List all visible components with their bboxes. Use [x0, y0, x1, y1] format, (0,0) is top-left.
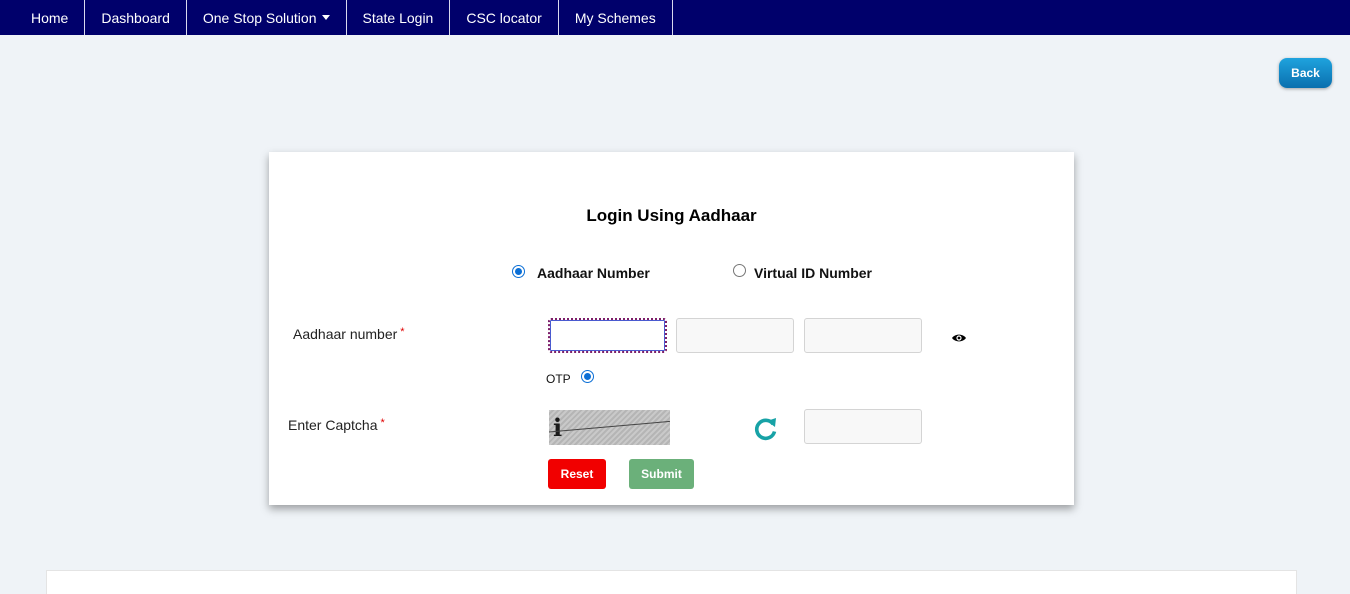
caret-down-icon: [321, 15, 330, 20]
login-card: Login Using Aadhaar Aadhaar Number Virtu…: [269, 152, 1074, 505]
nav-csc-locator[interactable]: CSC locator: [450, 0, 559, 35]
aadhaar-part1-input[interactable]: [548, 318, 667, 353]
refresh-icon[interactable]: [753, 416, 779, 442]
nav-home[interactable]: Home: [14, 0, 86, 35]
nav-one-stop-solution-label: One Stop Solution: [202, 9, 317, 26]
back-button[interactable]: Back: [1279, 58, 1332, 88]
virtual-id-radio[interactable]: [733, 264, 746, 277]
nav-state-login-label: State Login: [362, 9, 434, 26]
virtual-id-radio-label[interactable]: Virtual ID Number: [754, 265, 872, 281]
submit-button[interactable]: Submit: [629, 459, 694, 489]
otp-radio[interactable]: [581, 370, 594, 383]
login-title: Login Using Aadhaar: [586, 206, 757, 225]
captcha-input[interactable]: [804, 409, 922, 444]
captcha-image: i 3WVTt: [549, 410, 670, 445]
aadhaar-number-radio-label[interactable]: Aadhaar Number: [537, 265, 650, 281]
nav-dashboard[interactable]: Dashboard: [85, 0, 187, 35]
reset-button[interactable]: Reset: [548, 459, 606, 489]
required-mark: *: [380, 417, 385, 429]
aadhaar-part3-input[interactable]: [804, 318, 922, 353]
otp-label: OTP: [546, 372, 571, 386]
nav-my-schemes-label: My Schemes: [574, 9, 656, 26]
nav-state-login[interactable]: State Login: [347, 0, 451, 35]
nav-my-schemes[interactable]: My Schemes: [559, 0, 673, 35]
top-navbar: Home Dashboard One Stop Solution State L…: [0, 0, 1350, 35]
aadhaar-number-radio[interactable]: [512, 265, 525, 278]
aadhaar-part2-input[interactable]: [676, 318, 794, 353]
nav-home-label: Home: [31, 9, 69, 26]
nav-csc-locator-label: CSC locator: [466, 9, 542, 26]
aadhaar-number-label: Aadhaar number *: [293, 326, 405, 342]
captcha-label: Enter Captcha *: [288, 417, 385, 433]
eye-icon[interactable]: [951, 330, 967, 346]
nav-one-stop-solution[interactable]: One Stop Solution: [187, 0, 347, 35]
nav-dashboard-label: Dashboard: [101, 9, 170, 26]
required-mark: *: [400, 326, 405, 338]
captcha-label-text: Enter Captcha: [288, 417, 378, 433]
aadhaar-number-label-text: Aadhaar number: [293, 326, 398, 342]
footer-panel: [46, 570, 1297, 594]
